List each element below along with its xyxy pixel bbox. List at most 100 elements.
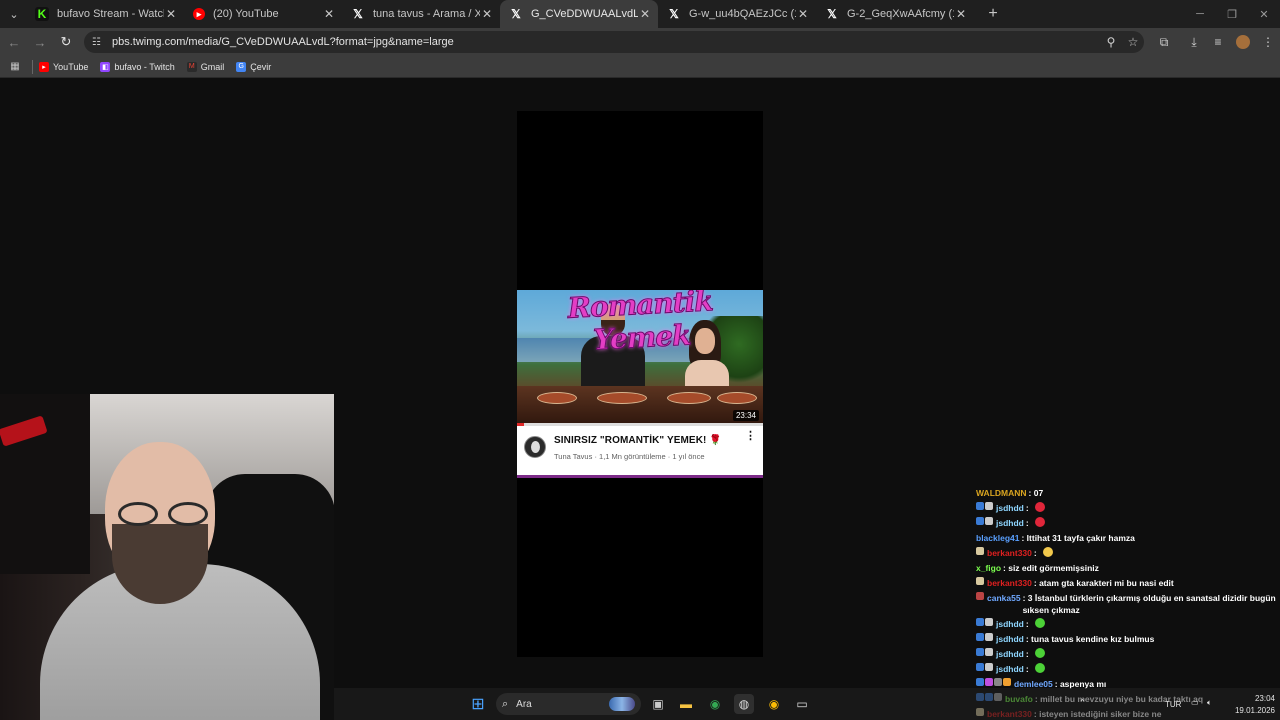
- tab-close-icon[interactable]: ✕: [480, 7, 494, 21]
- reload-icon[interactable]: ↻: [54, 34, 78, 50]
- bookmarks-divider: [32, 59, 33, 74]
- volume-icon[interactable]: 🔈︎: [1207, 698, 1212, 708]
- chat-badge-icon: [994, 678, 1002, 686]
- tab-4[interactable]: 𝕏 G-w_uu4bQAEzJCc (1440×1920) ✕: [658, 0, 816, 28]
- chat-message: jsdhdd:: [976, 516, 1276, 531]
- tab-close-icon[interactable]: ✕: [322, 7, 336, 21]
- tab-5[interactable]: 𝕏 G-2_GeqXwAAfcmy (1179×133 ✕: [816, 0, 974, 28]
- minimize-icon[interactable]: ─: [1184, 8, 1216, 20]
- tab-close-icon[interactable]: ✕: [638, 7, 652, 21]
- chat-badge-icon: [976, 517, 984, 525]
- stream-chat-overlay: WALDMANN: 07 jsdhdd: jsdhdd: blackleg41: It…: [976, 486, 1276, 720]
- tab-title: tuna tavus - Arama / X: [373, 8, 480, 20]
- chrome-icon[interactable]: ◉: [705, 694, 725, 714]
- food-plate: [667, 392, 711, 404]
- chat-emote-icon: [1042, 547, 1053, 557]
- tab-0[interactable]: K bufavo Stream - Watch Live on ✕: [26, 0, 184, 28]
- video-channel-line: Tuna Tavus · 1,1 Mn görüntüleme · 1 yıl …: [554, 452, 705, 461]
- chat-username: berkant330: [987, 578, 1032, 588]
- twitch-icon: ◧: [100, 61, 111, 72]
- menu-kebab-icon[interactable]: ⋮: [1256, 35, 1280, 49]
- food-plate: [597, 392, 647, 404]
- chat-message: jsdhdd:: [976, 501, 1276, 516]
- tab-close-icon[interactable]: ✕: [796, 7, 810, 21]
- chrome-icon-2[interactable]: ◉: [764, 694, 784, 714]
- back-arrow-icon[interactable]: ←: [2, 35, 26, 50]
- chat-message: jsdhdd:: [976, 647, 1276, 662]
- address-bar[interactable]: ☷ pbs.twimg.com/media/G_CVeDDWUAALvdL?fo…: [84, 31, 1144, 53]
- system-tray: ⌃ TUR ▭ 🔈︎ 23:04 19.01.2026: [1075, 688, 1280, 720]
- bookmark-star-icon[interactable]: ☆: [1122, 35, 1144, 49]
- chat-message: WALDMANN: 07: [976, 486, 1276, 501]
- task-view-icon[interactable]: ▣: [648, 694, 668, 714]
- chat-badges: [976, 648, 994, 656]
- obs-icon[interactable]: ◍: [734, 694, 754, 714]
- tray-clock[interactable]: 23:04 19.01.2026: [1225, 693, 1275, 717]
- tray-chevron-icon[interactable]: ⌃: [1079, 698, 1086, 707]
- webcam-overlay: [0, 394, 334, 720]
- tab-3[interactable]: 𝕏 G_CVeDDWUAALvdL (922×2048) ✕: [500, 0, 658, 28]
- taskbar-search[interactable]: ⌕ Ara: [496, 693, 641, 715]
- download-icon[interactable]: ⤓: [1182, 35, 1206, 50]
- tab-title: bufavo Stream - Watch Live on: [57, 8, 164, 20]
- bookmark-twitch[interactable]: ◧ bufavo - Twitch: [100, 61, 175, 72]
- bookmark-gmail[interactable]: M Gmail: [186, 61, 224, 72]
- reading-list-icon[interactable]: ≡: [1206, 35, 1230, 49]
- network-icon[interactable]: ▭: [1191, 698, 1199, 707]
- new-tab-button[interactable]: +: [980, 5, 1006, 23]
- chat-text: :: [1025, 503, 1029, 513]
- chat-badge-icon: [976, 577, 984, 585]
- video-title: SINIRSIZ "ROMANTİK" YEMEK! 🌹: [554, 435, 722, 446]
- file-explorer-icon[interactable]: ▬: [676, 694, 696, 714]
- chat-message: jsdhdd: tuna tavus kendine kız bulmus: [976, 632, 1276, 647]
- search-highlight-image: [609, 697, 635, 711]
- site-info-icon[interactable]: ☷: [92, 37, 106, 48]
- chat-username: canka55: [987, 593, 1021, 603]
- chat-message: x_figo: siz edit görmemişsiniz: [976, 561, 1276, 576]
- chat-emote-icon: [1034, 663, 1045, 673]
- x-icon: 𝕏: [511, 7, 521, 21]
- bookmark-label: Çevir: [250, 61, 272, 72]
- chat-badges: [976, 592, 985, 600]
- close-window-icon[interactable]: ✕: [1248, 8, 1280, 21]
- tab-title: G_CVeDDWUAALvdL (922×2048): [531, 8, 638, 20]
- tab-close-icon[interactable]: ✕: [954, 7, 968, 21]
- chat-badges: [976, 547, 985, 555]
- x-icon: 𝕏: [827, 7, 837, 21]
- chat-text: : atam gta karakteri mi bu nasi edit: [1033, 578, 1174, 588]
- chat-badge-icon: [985, 648, 993, 656]
- tab-2[interactable]: 𝕏 tuna tavus - Arama / X ✕: [342, 0, 500, 28]
- chat-emote-icon: [1034, 502, 1045, 512]
- chat-message: jsdhdd:: [976, 617, 1276, 632]
- maximize-icon[interactable]: ❐: [1216, 8, 1248, 21]
- window-controls: ─ ❐ ✕: [1184, 0, 1280, 28]
- chat-badge-icon: [976, 592, 984, 600]
- bookmark-youtube[interactable]: ▸ YouTube: [39, 61, 88, 72]
- input-language[interactable]: TUR: [1165, 700, 1181, 709]
- video-info-card: SINIRSIZ "ROMANTİK" YEMEK! 🌹 Tuna Tavus …: [517, 426, 763, 478]
- url-text[interactable]: pbs.twimg.com/media/G_CVeDDWUAALvdL?form…: [112, 36, 1100, 48]
- windows-start-icon[interactable]: ⊞: [468, 694, 488, 714]
- chat-username: WALDMANN: [976, 488, 1027, 498]
- apps-grid-icon[interactable]: ▦: [4, 61, 26, 72]
- profile-avatar[interactable]: [1236, 35, 1250, 49]
- chat-message: canka55: 3 İstanbul türklerin çıkarmış o…: [976, 591, 1276, 617]
- tab-search-chevron-icon[interactable]: ⌄: [2, 4, 26, 24]
- chat-text: : siz edit görmemişsiniz: [1003, 563, 1099, 573]
- chat-badge-icon: [985, 618, 993, 626]
- tab-close-icon[interactable]: ✕: [164, 7, 178, 21]
- zoom-icon[interactable]: ⚲: [1100, 35, 1122, 49]
- food-plate: [537, 392, 577, 404]
- chat-text: : Ittihat 31 tayfa çakır hamza: [1021, 533, 1135, 543]
- chat-badge-icon: [976, 618, 984, 626]
- terminal-icon[interactable]: ▭: [792, 694, 812, 714]
- extensions-icon[interactable]: ⧉: [1152, 35, 1176, 50]
- chat-text: :: [1025, 518, 1029, 528]
- tab-1[interactable]: ▸ (20) YouTube ✕: [184, 0, 342, 28]
- forward-arrow-icon[interactable]: →: [28, 35, 52, 50]
- food-plate: [717, 392, 757, 404]
- channel-avatar: [524, 436, 546, 458]
- bookmark-translate[interactable]: G Çevir: [236, 61, 272, 72]
- chat-badges: [976, 577, 985, 585]
- chat-text: : tuna tavus kendine kız bulmus: [1025, 634, 1155, 644]
